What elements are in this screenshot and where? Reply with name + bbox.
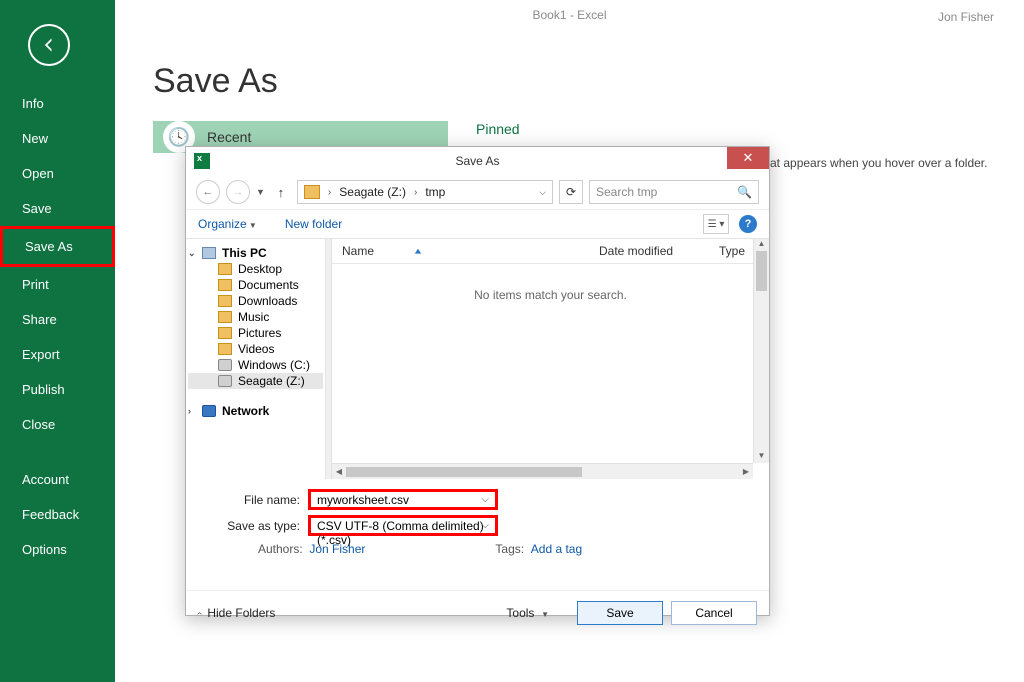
tree-drive-c[interactable]: Windows (C:) (188, 357, 323, 373)
tree-pictures[interactable]: Pictures (188, 325, 323, 341)
folder-icon (304, 185, 320, 199)
tree-videos[interactable]: Videos (188, 341, 323, 357)
sidebar-item-feedback[interactable]: Feedback (0, 497, 115, 532)
search-icon: 🔍 (737, 185, 752, 199)
page-title: Save As (153, 62, 1024, 101)
hide-folders-toggle[interactable]: ‹ Hide Folders (198, 606, 275, 620)
sidebar-item-close[interactable]: Close (0, 407, 115, 442)
hscroll-thumb[interactable] (346, 467, 582, 477)
savetype-label: Save as type: (198, 519, 308, 533)
folder-tree: ⌄This PC Desktop Documents Downloads Mus… (186, 239, 326, 479)
empty-message: No items match your search. (332, 264, 769, 302)
authors-label: Authors: (258, 542, 303, 556)
organize-menu[interactable]: Organize (198, 217, 257, 231)
back-button[interactable] (28, 24, 70, 66)
sidebar-item-options[interactable]: Options (0, 532, 115, 567)
sidebar-item-new[interactable]: New (0, 121, 115, 156)
nav-back-button[interactable]: ← (196, 180, 220, 204)
vertical-scrollbar[interactable]: ▲ ▼ (753, 239, 769, 463)
chevron-up-icon: ‹ (194, 611, 205, 614)
tree-downloads[interactable]: Downloads (188, 293, 323, 309)
tree-network[interactable]: ›Network (188, 403, 323, 419)
tree-desktop[interactable]: Desktop (188, 261, 323, 277)
user-name-label: Jon Fisher (938, 10, 994, 24)
excel-icon (194, 153, 210, 169)
dialog-title: Save As (455, 154, 499, 168)
vscroll-thumb[interactable] (756, 251, 767, 291)
cancel-button[interactable]: Cancel (671, 601, 757, 625)
dialog-nav: ← → ▼ ↑ › Seagate (Z:) › tmp ⌵ ⟳ Search … (186, 175, 769, 209)
filename-label: File name: (198, 493, 308, 507)
col-name-header[interactable]: Name (332, 239, 589, 263)
save-as-dialog: Save As ✕ ← → ▼ ↑ › Seagate (Z:) › tmp ⌵… (185, 146, 770, 616)
dialog-toolbar: Organize New folder ☰ ▾ ? (186, 209, 769, 239)
sidebar-item-account[interactable]: Account (0, 462, 115, 497)
sidebar-item-save[interactable]: Save (0, 191, 115, 226)
file-list-pane: Name Date modified Type No items match y… (332, 239, 769, 479)
nav-up-button[interactable]: ↑ (271, 182, 291, 202)
sidebar-item-publish[interactable]: Publish (0, 372, 115, 407)
sidebar-item-share[interactable]: Share (0, 302, 115, 337)
backstage-sidebar: Info New Open Save Save As Print Share E… (0, 0, 115, 682)
filename-input[interactable]: myworksheet.csv (308, 489, 498, 510)
pinned-hint-text: at appears when you hover over a folder. (770, 156, 987, 170)
new-folder-button[interactable]: New folder (285, 217, 342, 231)
savetype-select[interactable]: CSV UTF-8 (Comma delimited) (*.csv) (308, 515, 498, 536)
search-placeholder: Search tmp (596, 185, 657, 199)
sidebar-item-print[interactable]: Print (0, 267, 115, 302)
close-button[interactable]: ✕ (727, 147, 769, 169)
column-headers: Name Date modified Type (332, 239, 769, 264)
search-input[interactable]: Search tmp 🔍 (589, 180, 759, 204)
window-title: Book1 - Excel (115, 0, 1024, 22)
breadcrumb-folder[interactable]: tmp (425, 185, 445, 199)
col-date-header[interactable]: Date modified (589, 239, 709, 263)
scroll-up-icon: ▲ (754, 239, 769, 251)
recent-label: Recent (207, 129, 251, 145)
sidebar-item-open[interactable]: Open (0, 156, 115, 191)
sidebar-item-info[interactable]: Info (0, 86, 115, 121)
tree-drive-z[interactable]: Seagate (Z:) (188, 373, 323, 389)
address-bar[interactable]: › Seagate (Z:) › tmp ⌵ (297, 180, 553, 204)
refresh-button[interactable]: ⟳ (559, 180, 583, 204)
tree-music[interactable]: Music (188, 309, 323, 325)
back-arrow-icon (39, 35, 59, 55)
tree-thispc[interactable]: ⌄This PC (188, 245, 323, 261)
sidebar-item-export[interactable]: Export (0, 337, 115, 372)
tools-menu[interactable]: Tools (506, 606, 549, 620)
scroll-down-icon: ▼ (754, 451, 769, 463)
scroll-right-icon: ▶ (739, 467, 753, 476)
horizontal-scrollbar[interactable]: ◀ ▶ (332, 463, 753, 479)
help-button[interactable]: ? (739, 215, 757, 233)
pinned-heading: Pinned (476, 121, 520, 137)
sidebar-item-save-as[interactable]: Save As (0, 226, 115, 267)
scroll-left-icon: ◀ (332, 467, 346, 476)
tags-label: Tags: (495, 542, 524, 556)
sort-asc-icon (414, 248, 422, 256)
nav-forward-button[interactable]: → (226, 180, 250, 204)
breadcrumb-drive[interactable]: Seagate (Z:) (339, 185, 406, 199)
tree-documents[interactable]: Documents (188, 277, 323, 293)
tags-value[interactable]: Add a tag (531, 542, 582, 556)
view-options-button[interactable]: ☰ ▾ (703, 214, 729, 234)
dialog-titlebar: Save As ✕ (186, 147, 769, 175)
save-button[interactable]: Save (577, 601, 663, 625)
